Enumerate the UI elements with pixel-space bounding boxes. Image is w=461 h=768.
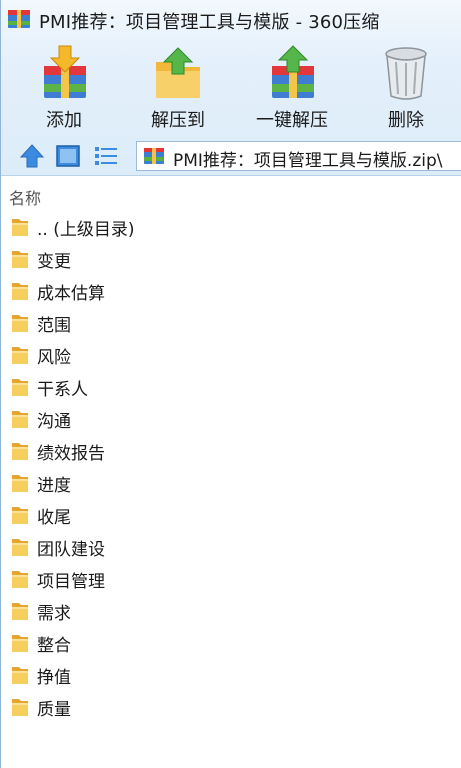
folder-row[interactable]: 团队建设 — [1, 530, 461, 562]
folder-row[interactable]: 干系人 — [1, 370, 461, 402]
folder-row[interactable]: 挣值 — [1, 658, 461, 690]
folder-icon — [12, 539, 28, 556]
title-bar[interactable]: PMI推荐：项目管理工具与模版 - 360压缩 — [1, 0, 461, 40]
folder-icon — [12, 507, 28, 524]
folder-row[interactable]: 整合 — [1, 626, 461, 658]
parent-directory-row[interactable]: .. (上级目录) — [1, 210, 461, 242]
folder-icon — [12, 635, 28, 652]
toolbar: 添加 解压到 一键解压 删除 — [1, 42, 461, 134]
folder-name: 进度 — [37, 476, 71, 496]
extract-to-button[interactable]: 解压到 — [123, 42, 233, 134]
address-bar: PMI推荐：项目管理工具与模版.zip\ — [1, 138, 461, 174]
folder-icon — [12, 251, 28, 268]
folder-name: 质量 — [37, 700, 71, 720]
trash-bin-icon — [385, 47, 427, 100]
folder-icon — [12, 667, 28, 684]
app-window: PMI推荐：项目管理工具与模版 - 360压缩 添加 解压到 一键解压 删除 P… — [0, 0, 461, 768]
folder-name: 团队建设 — [37, 540, 105, 560]
up-arrow-icon[interactable] — [17, 141, 47, 171]
folder-row[interactable]: 需求 — [1, 594, 461, 626]
address-path: PMI推荐：项目管理工具与模版.zip\ — [173, 151, 443, 171]
address-field[interactable]: PMI推荐：项目管理工具与模版.zip\ — [136, 141, 461, 171]
folder-icon — [12, 443, 28, 460]
folder-row[interactable]: 收尾 — [1, 498, 461, 530]
one-click-extract-label: 一键解压 — [256, 110, 328, 131]
delete-button[interactable]: 删除 — [351, 42, 461, 134]
folder-name: 需求 — [37, 604, 71, 624]
folder-icon — [12, 379, 28, 396]
folder-name: 成本估算 — [37, 284, 105, 304]
folder-row[interactable]: 质量 — [1, 690, 461, 722]
one-click-extract-button[interactable]: 一键解压 — [237, 42, 347, 134]
folder-name: 整合 — [37, 636, 71, 656]
add-label: 添加 — [46, 110, 82, 131]
folder-row[interactable]: 变更 — [1, 242, 461, 274]
folder-icon — [12, 699, 28, 716]
folder-name: 范围 — [37, 316, 71, 336]
folder-row[interactable]: 项目管理 — [1, 562, 461, 594]
add-archive-icon — [44, 45, 86, 98]
folder-row[interactable]: 风险 — [1, 338, 461, 370]
folder-name: 绩效报告 — [37, 444, 105, 464]
folder-icon — [12, 411, 28, 428]
column-header-name[interactable]: 名称 — [9, 185, 41, 209]
folder-name: 风险 — [37, 348, 71, 368]
extract-to-label: 解压到 — [151, 110, 205, 131]
one-click-extract-icon — [272, 45, 314, 98]
folder-icon — [12, 571, 28, 588]
folder-icon — [12, 475, 28, 492]
folder-name: 沟通 — [37, 412, 71, 432]
folder-icon — [12, 283, 28, 300]
folder-name: 项目管理 — [37, 572, 105, 592]
folder-name: 收尾 — [37, 508, 71, 528]
extract-folder-icon — [156, 47, 200, 98]
folder-row[interactable]: 范围 — [1, 306, 461, 338]
folder-icon — [12, 315, 28, 332]
folder-name: 变更 — [37, 252, 71, 272]
file-list: .. (上级目录) 变更成本估算范围风险干系人沟通绩效报告进度收尾团队建设项目管理… — [1, 210, 461, 722]
folder-name: 干系人 — [37, 380, 88, 400]
folder-row[interactable]: 沟通 — [1, 402, 461, 434]
folder-name: .. (上级目录) — [37, 220, 135, 240]
folder-row[interactable]: 进度 — [1, 466, 461, 498]
folder-icon — [12, 219, 28, 236]
folder-row[interactable]: 成本估算 — [1, 274, 461, 306]
window-title: PMI推荐：项目管理工具与模版 - 360压缩 — [39, 12, 380, 33]
zip-archive-icon — [144, 148, 164, 164]
list-view-icon[interactable] — [91, 141, 121, 171]
folder-icon — [12, 603, 28, 620]
window-chrome: PMI推荐：项目管理工具与模版 - 360压缩 添加 解压到 一键解压 删除 P… — [1, 0, 461, 176]
folder-row[interactable]: 绩效报告 — [1, 434, 461, 466]
add-button[interactable]: 添加 — [9, 42, 119, 134]
archive-app-icon — [8, 10, 30, 28]
delete-label: 删除 — [388, 110, 424, 131]
folder-icon — [12, 347, 28, 364]
thumbnail-view-icon[interactable] — [53, 141, 83, 171]
folder-name: 挣值 — [37, 668, 71, 688]
